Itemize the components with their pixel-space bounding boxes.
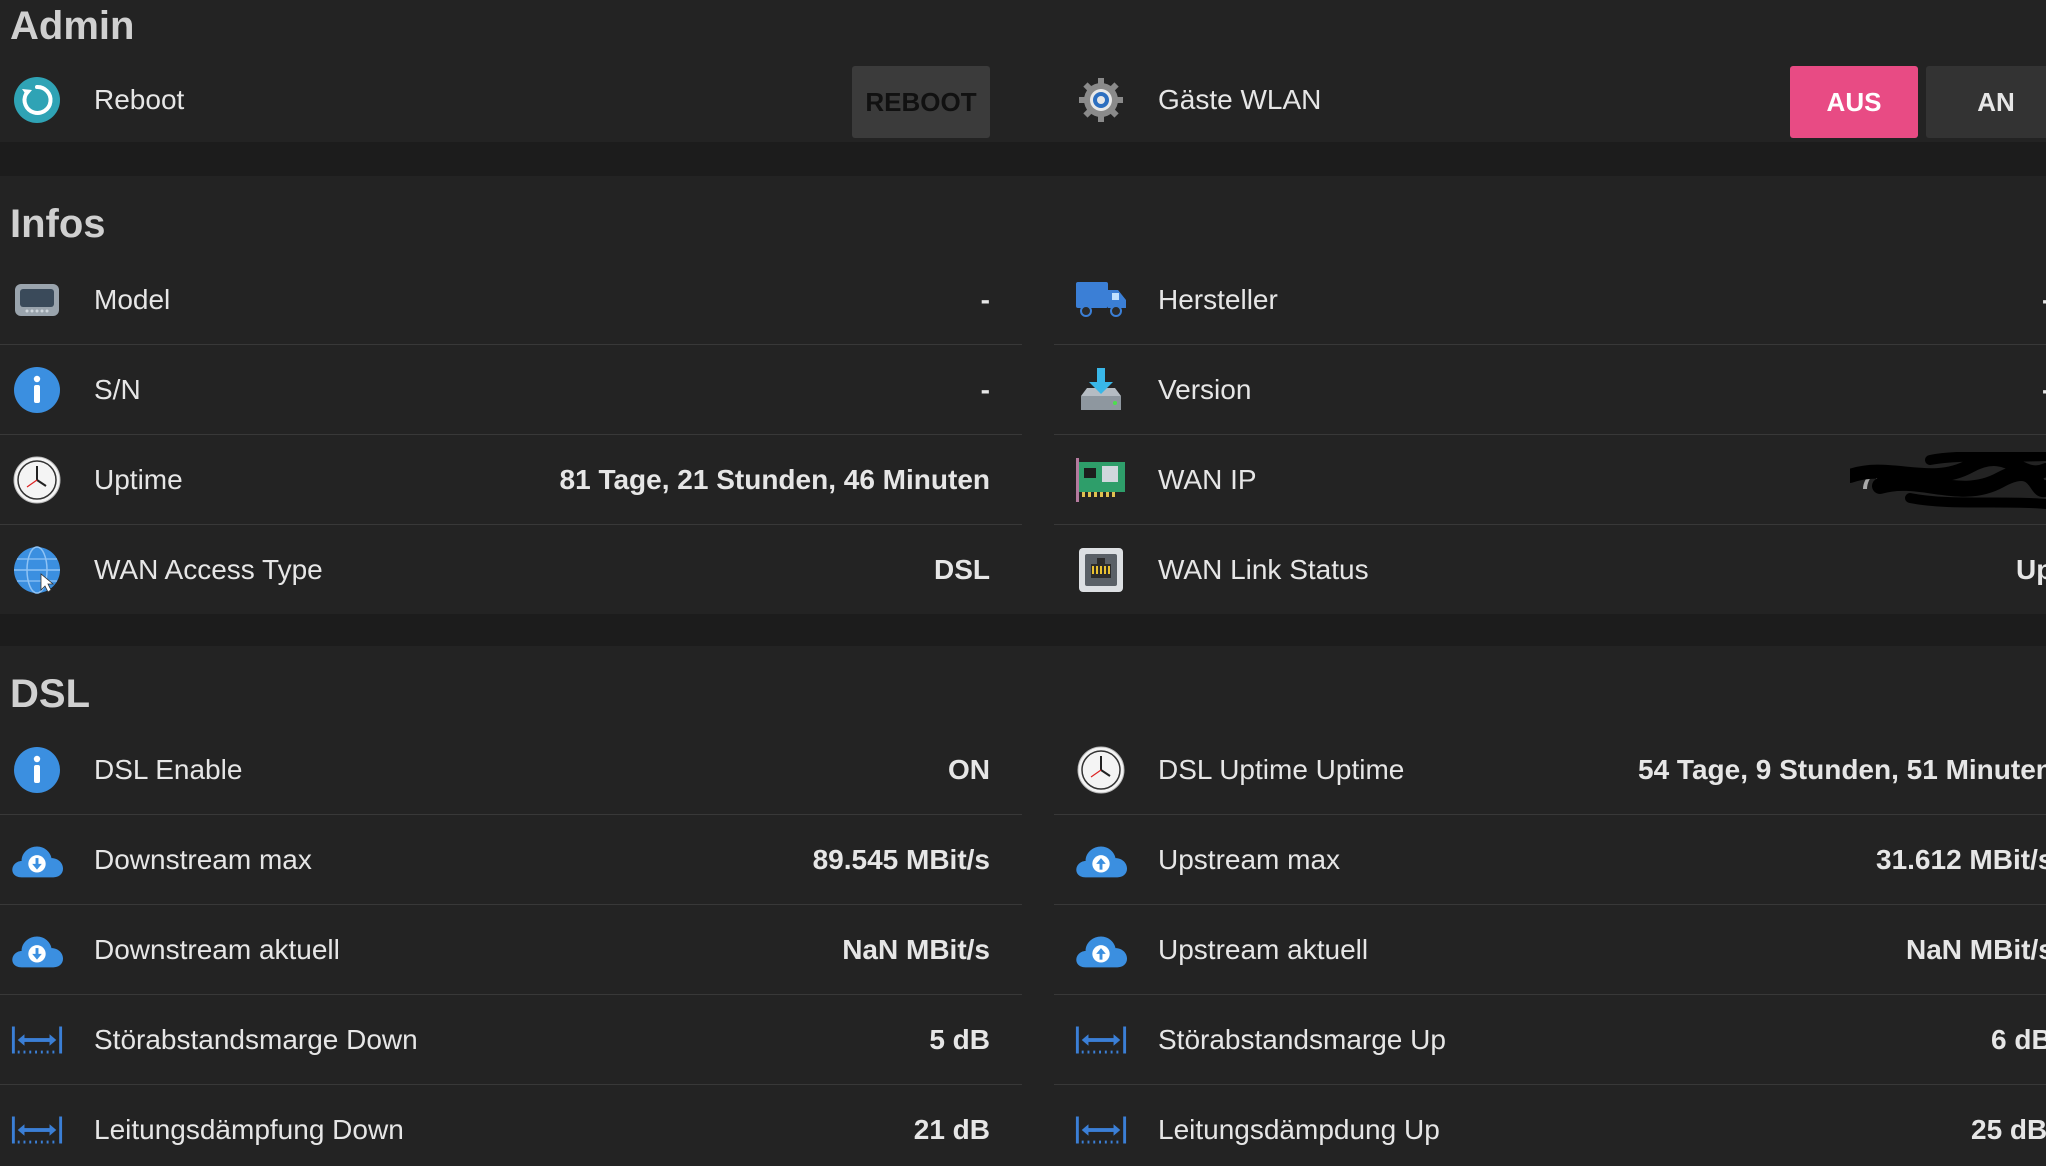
upstream-max-label: Upstream max [1158,844,1341,875]
guest-wlan-label: Gäste WLAN [1158,84,1322,115]
wan-link-status-value: Up [2016,554,2046,585]
width-arrows-icon [1074,1018,1128,1062]
hersteller-value: - [2042,255,2046,345]
dsl-row-enable: DSL Enable ON [0,725,1022,815]
version-label: Version [1158,374,1252,405]
info-row-uptime: Uptime 81 Tage, 21 Stunden, 46 Minuten [0,435,1022,525]
guest-wlan-off-button[interactable]: AUS [1790,66,1918,138]
downstream-max-label: Downstream max [94,844,312,875]
guest-wlan-on-button[interactable]: AN [1926,66,2046,138]
globe-icon [10,546,64,594]
version-value: - [2042,345,2046,435]
gear-icon [1074,78,1128,122]
dsl-right-list: DSL Uptime Uptime 54 Tage, 9 Stunden, 51… [1054,725,2046,1166]
dsl-uptime-label: DSL Uptime Uptime [1158,754,1405,785]
width-arrows-icon [10,1108,64,1152]
download-drive-icon [1074,368,1128,412]
dsl-row-snr-up: Störabstandsmarge Up 6 dB [1054,995,2046,1085]
info-row-version: Version - [1054,345,2046,435]
upstream-max-value: 31.612 MBit/s [1876,844,2046,875]
wan-access-type-value: DSL [934,554,990,585]
dsl-enable-value: ON [948,754,990,785]
width-arrows-icon [10,1018,64,1062]
dsl-row-attenuation-up: Leitungsdämpdung Up 25 dB [1054,1085,2046,1166]
dsl-title: DSL [10,672,90,716]
wan-link-status-label: WAN Link Status [1158,554,1369,585]
snr-up-label: Störabstandsmarge Up [1158,1024,1446,1055]
info-icon [10,747,64,793]
cloud-upload-icon [1074,928,1128,972]
snr-down-value: 5 dB [929,1024,990,1055]
dashboard: Admin Reboot REBOOT Gäste WLAN AUS AN In… [0,0,2046,1166]
infos-right-list: Hersteller - Version - [1054,255,2046,615]
redaction-scribble [1850,452,2046,509]
snr-up-value: 6 dB [1991,1024,2046,1055]
snr-down-label: Störabstandsmarge Down [94,1024,418,1055]
infos-left-list: Model - S/N - Uptime 81 Tage, 21 Stunden… [0,255,1022,615]
dsl-row-downstream-max: Downstream max 89.545 MBit/s [0,815,1022,905]
guest-wlan-row: Gäste WLAN AUS AN [1054,55,2046,145]
sn-value: - [980,374,990,405]
infos-title: Infos [10,202,106,246]
cloud-download-icon [10,928,64,972]
attenuation-down-label: Leitungsdämpfung Down [94,1114,404,1145]
wan-access-type-label: WAN Access Type [94,554,323,585]
network-card-icon [1074,458,1128,502]
uptime-value: 81 Tage, 21 Stunden, 46 Minuten [559,464,990,495]
wan-ip-label: WAN IP [1158,464,1257,495]
downstream-current-value: NaN MBit/s [842,934,990,965]
router-icon [10,278,64,322]
dsl-left-list: DSL Enable ON Downstream max 89.545 MBit… [0,725,1022,1166]
dsl-row-attenuation-down: Leitungsdämpfung Down 21 dB [0,1085,1022,1166]
info-row-hersteller: Hersteller - [1054,255,2046,345]
sn-label: S/N [94,374,141,405]
cloud-download-icon [10,838,64,882]
dsl-uptime-value: 54 Tage, 9 Stunden, 51 Minuten [1638,754,2046,785]
info-icon [10,367,64,413]
clock-icon [10,456,64,504]
attenuation-up-label: Leitungsdämpdung Up [1158,1114,1440,1145]
upstream-current-value: NaN MBit/s [1906,934,2046,965]
admin-section: Admin Reboot REBOOT Gäste WLAN AUS AN [0,0,2046,142]
info-row-model: Model - [0,255,1022,345]
dsl-enable-label: DSL Enable [94,754,243,785]
dsl-row-downstream-current: Downstream aktuell NaN MBit/s [0,905,1022,995]
reboot-row: Reboot REBOOT [0,55,1022,145]
attenuation-down-value: 21 dB [913,1114,990,1145]
dsl-row-upstream-max: Upstream max 31.612 MBit/s [1054,815,2046,905]
admin-title: Admin [10,4,135,48]
ethernet-port-icon [1074,548,1128,592]
dsl-row-upstream-current: Upstream aktuell NaN MBit/s [1054,905,2046,995]
attenuation-up-value: 25 dB [1971,1114,2046,1145]
reboot-button[interactable]: REBOOT [852,66,990,138]
hersteller-label: Hersteller [1158,284,1278,315]
info-row-wan-access-type: WAN Access Type DSL [0,525,1022,615]
info-row-wan-link-status: WAN Link Status Up [1054,525,2046,615]
power-cycle-icon [10,77,64,123]
cloud-upload-icon [1074,838,1128,882]
clock-icon [1074,746,1128,794]
dsl-row-uptime: DSL Uptime Uptime 54 Tage, 9 Stunden, 51… [1054,725,2046,815]
info-row-sn: S/N - [0,345,1022,435]
dsl-row-snr-down: Störabstandsmarge Down 5 dB [0,995,1022,1085]
admin-left: Reboot REBOOT [0,55,1022,145]
downstream-current-label: Downstream aktuell [94,934,340,965]
model-label: Model [94,284,171,315]
upstream-current-label: Upstream aktuell [1158,934,1369,965]
truck-icon [1074,278,1128,322]
model-value: - [980,284,990,315]
admin-right: Gäste WLAN AUS AN [1054,55,2046,145]
uptime-label: Uptime [94,464,183,495]
downstream-max-value: 89.545 MBit/s [812,844,990,875]
reboot-label: Reboot [94,84,185,115]
width-arrows-icon [1074,1108,1128,1152]
